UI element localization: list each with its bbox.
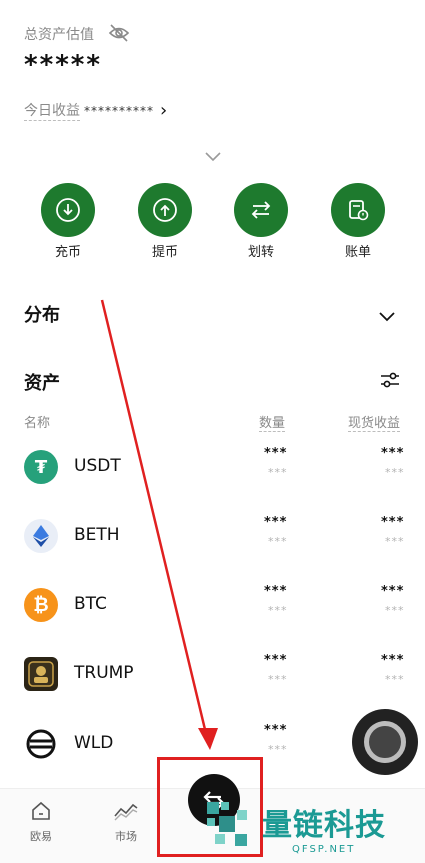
- watermark-subtext: QFSP.NET: [292, 844, 356, 855]
- watermark-text: 量链科技: [262, 808, 386, 843]
- watermark-logo-icon: [205, 800, 253, 848]
- annotation-arrow: [100, 299, 218, 750]
